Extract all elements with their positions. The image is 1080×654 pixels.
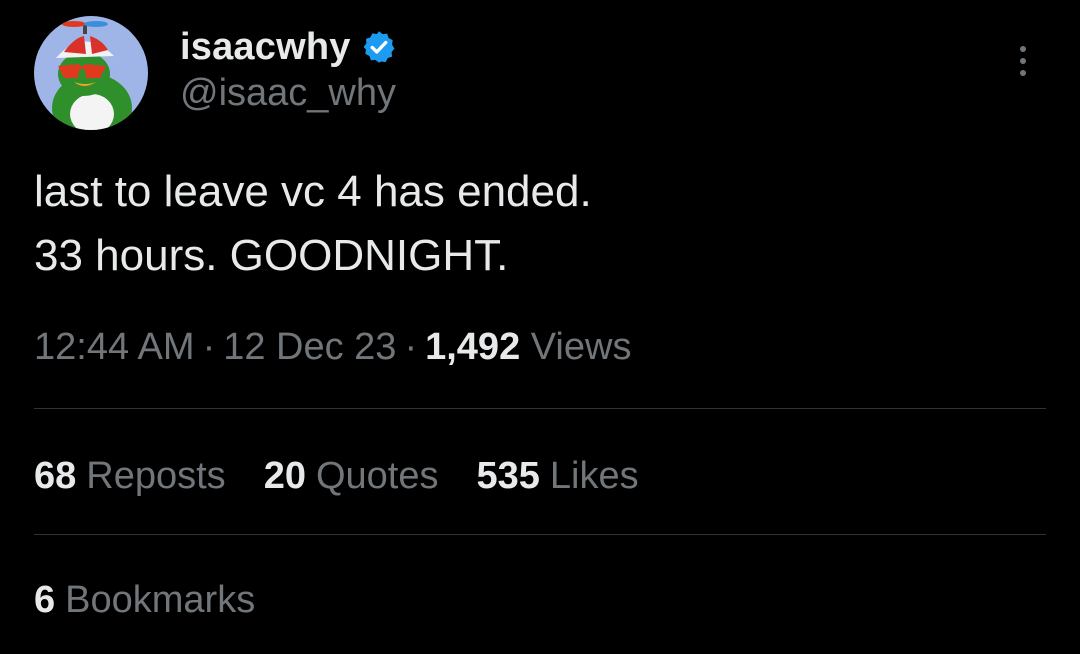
tweet-meta: 12:44 AM · 12 Dec 23 · 1,492 Views [34, 326, 631, 369]
author-handle[interactable]: @isaac_why [180, 72, 396, 115]
likes-label: Likes [549, 454, 639, 497]
author-name-row: isaacwhy [180, 20, 397, 74]
meta-separator: · [202, 326, 216, 368]
likes-stat[interactable]: 535 Likes [477, 455, 639, 498]
tweet-text-line: last to leave vc 4 has ended. [34, 167, 592, 216]
quotes-stat[interactable]: 20 Quotes [264, 455, 439, 498]
bookmarks-label: Bookmarks [65, 578, 256, 621]
quotes-count: 20 [263, 454, 306, 497]
reposts-stat[interactable]: 68 Reposts [34, 455, 226, 498]
bookmarks-stat[interactable]: 6 Bookmarks [34, 570, 293, 630]
views-count: 1,492 [425, 326, 521, 368]
verified-badge-icon [361, 29, 397, 65]
reposts-count: 68 [34, 454, 77, 497]
tweet-text: last to leave vc 4 has ended. 33 hours. … [34, 160, 1044, 288]
more-dot [1020, 58, 1026, 64]
bookmarks-stat-inner: 6 Bookmarks [34, 579, 255, 622]
avatar-image [34, 16, 148, 130]
avatar[interactable] [34, 16, 148, 130]
tweet-date[interactable]: 12 Dec 23 [223, 326, 396, 368]
more-options-icon[interactable] [1000, 38, 1046, 84]
bookmarks-count: 6 [34, 578, 56, 621]
meta-separator: · [404, 326, 418, 368]
views-label: Views [530, 326, 632, 368]
author-display-name[interactable]: isaacwhy [180, 26, 351, 69]
divider [34, 534, 1046, 535]
quotes-label: Quotes [315, 454, 439, 497]
more-dot [1020, 46, 1026, 52]
reposts-label: Reposts [86, 454, 226, 497]
likes-count: 535 [476, 454, 540, 497]
engagement-stats: 68 Reposts 20 Quotes 535 Likes [34, 446, 677, 506]
tweet-time[interactable]: 12:44 AM [34, 326, 195, 368]
more-dot [1020, 70, 1026, 76]
divider [34, 408, 1046, 409]
tweet-text-line: 33 hours. GOODNIGHT. [34, 231, 509, 280]
